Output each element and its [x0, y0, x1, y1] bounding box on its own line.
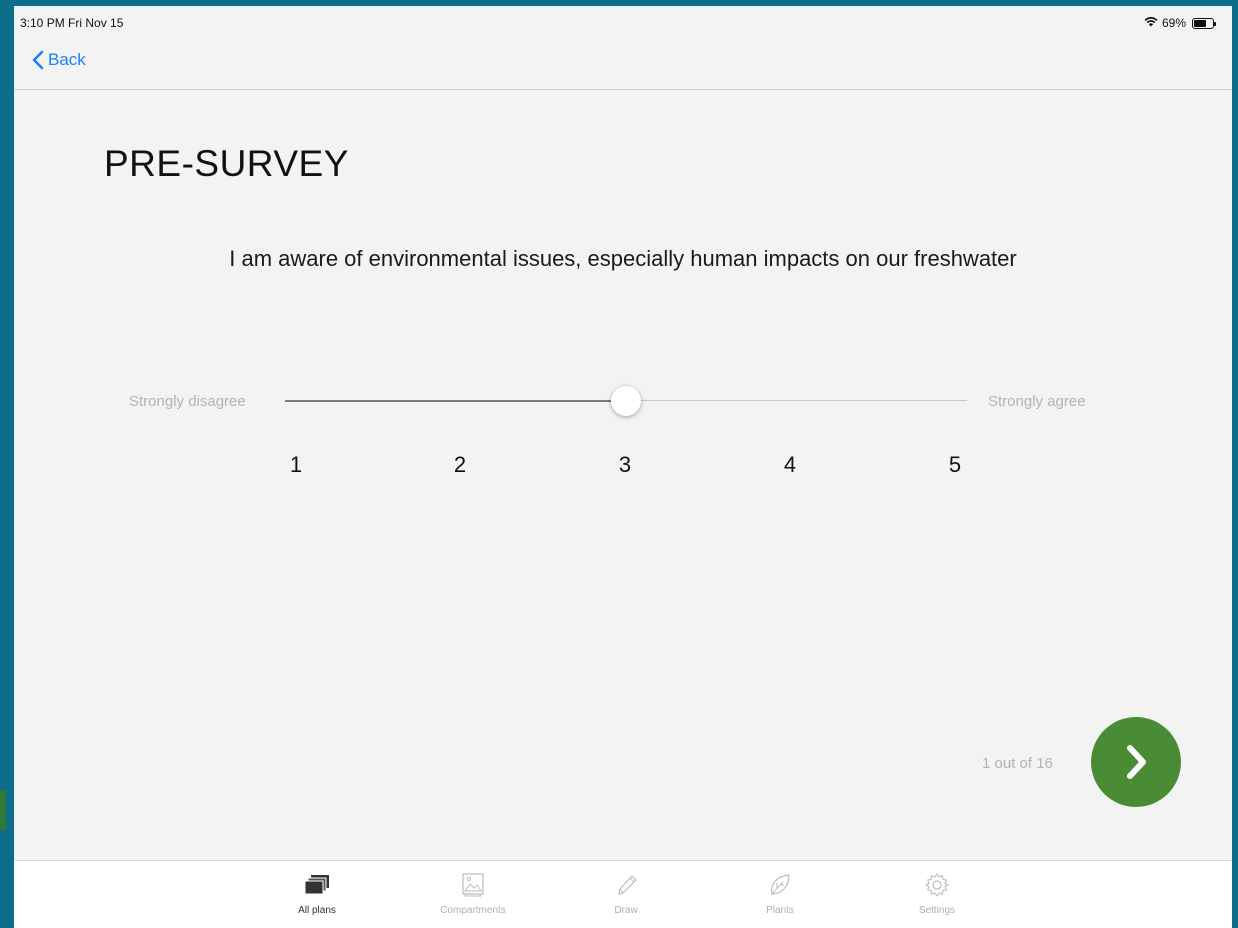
- scale-tick-1: 1: [289, 452, 303, 477]
- scale-max-label: Strongly agree: [988, 393, 1086, 410]
- scale-min-label: Strongly disagree: [129, 393, 246, 410]
- scale-tick-2: 2: [453, 452, 467, 477]
- ipad-screen: 3:10 PM Fri Nov 15 69% Back PRE-SURVEY I: [14, 6, 1232, 928]
- scale-tick-3: 3: [618, 452, 632, 477]
- tab-label: Draw: [614, 905, 638, 916]
- status-time: 3:10 PM Fri Nov 15: [20, 16, 124, 30]
- slider-thumb[interactable]: [611, 386, 641, 416]
- survey-question: I am aware of environmental issues, espe…: [229, 246, 1017, 271]
- wifi-icon: [1144, 16, 1158, 30]
- background-edge: [0, 790, 14, 830]
- scale-tick-5: 5: [948, 452, 962, 477]
- gear-icon: [892, 871, 982, 899]
- status-right: 69%: [1144, 16, 1216, 30]
- tab-all-plans[interactable]: All plans: [272, 871, 362, 916]
- status-bar: 3:10 PM Fri Nov 15 69%: [14, 6, 1232, 40]
- stack-icon: [272, 871, 362, 899]
- leaf-icon: [735, 871, 825, 899]
- tab-draw[interactable]: Draw: [581, 871, 671, 916]
- scale-tick-4: 4: [783, 452, 797, 477]
- back-label: Back: [48, 50, 86, 69]
- battery-icon: [1192, 17, 1216, 29]
- slider-track-empty[interactable]: [627, 400, 967, 401]
- next-button[interactable]: [1091, 717, 1181, 807]
- navigation-bar: Back: [14, 40, 1232, 90]
- tab-label: Settings: [918, 905, 956, 916]
- tab-label: Plants: [766, 905, 794, 916]
- tab-compartments[interactable]: Compartments: [428, 871, 518, 916]
- tab-settings[interactable]: Settings: [892, 871, 982, 916]
- tab-plants[interactable]: Plants: [735, 871, 825, 916]
- pencil-icon: [581, 871, 671, 899]
- tab-bar: All plans Compartments Draw Plants Setti…: [14, 860, 1232, 928]
- tab-label: Compartments: [440, 905, 506, 916]
- back-button[interactable]: Back: [32, 50, 86, 70]
- question-progress: 1 out of 16: [982, 755, 1053, 772]
- battery-fill: [1194, 19, 1206, 27]
- page-title: PRE-SURVEY: [104, 143, 349, 184]
- slider-track-filled[interactable]: [285, 400, 627, 402]
- image-icon: [428, 871, 518, 899]
- battery-percent: 69%: [1161, 16, 1186, 30]
- chevron-left-icon: [32, 50, 44, 70]
- tab-label: All plans: [298, 905, 336, 916]
- chevron-right-icon: [1127, 745, 1146, 779]
